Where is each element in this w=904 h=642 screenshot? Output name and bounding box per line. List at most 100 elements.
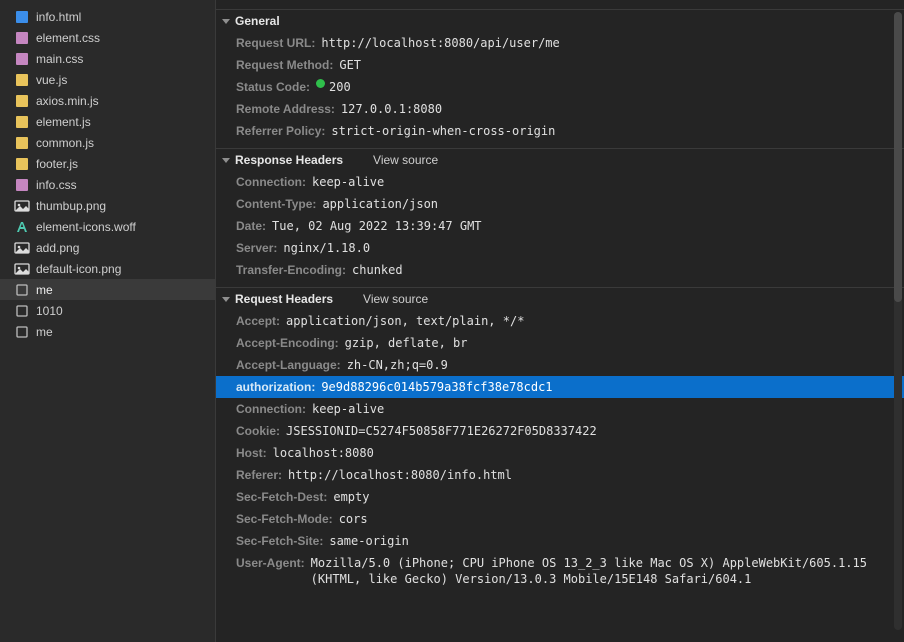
file-name: default-icon.png xyxy=(36,262,121,276)
header-value: 200 xyxy=(329,79,351,95)
header-key: Server: xyxy=(236,240,277,256)
header-value: nginx/1.18.0 xyxy=(283,240,370,256)
header-row[interactable]: Server: nginx/1.18.0 xyxy=(216,237,904,259)
file-item[interactable]: add.png xyxy=(0,237,215,258)
file-item[interactable]: element.css xyxy=(0,27,215,48)
header-key: authorization: xyxy=(236,379,315,395)
vertical-scrollbar[interactable] xyxy=(894,12,902,630)
header-key: Accept-Encoding: xyxy=(236,335,339,351)
xhr-icon xyxy=(14,324,30,340)
section-title: Request Headers xyxy=(235,292,333,306)
header-row[interactable]: Sec-Fetch-Mode:cors xyxy=(216,508,904,530)
header-row[interactable]: Request URL:http://localhost:8080/api/us… xyxy=(216,32,904,54)
status-dot-icon xyxy=(316,79,325,88)
file-name: thumbup.png xyxy=(36,199,106,213)
file-name: axios.min.js xyxy=(36,94,99,108)
header-row[interactable]: Request Method:GET xyxy=(216,54,904,76)
network-file-list: info.html element.css main.css vue.js axios.… xyxy=(0,0,216,642)
file-item[interactable]: info.css xyxy=(0,174,215,195)
file-item[interactable]: vue.js xyxy=(0,69,215,90)
file-item[interactable]: thumbup.png xyxy=(0,195,215,216)
view-source-link[interactable]: View source xyxy=(373,153,438,167)
file-item[interactable]: main.css xyxy=(0,48,215,69)
section-title: Response Headers xyxy=(235,153,343,167)
file-item[interactable]: me xyxy=(0,279,215,300)
header-key: Request URL: xyxy=(236,35,315,51)
header-key: Accept: xyxy=(236,313,280,329)
disclosure-request-headers[interactable]: Request Headers xyxy=(222,292,333,306)
header-key: Content-Type: xyxy=(236,196,316,212)
header-key: Sec-Fetch-Dest: xyxy=(236,489,327,505)
header-row[interactable]: Cookie:JSESSIONID=C5274F50858F771E26272F… xyxy=(216,420,904,442)
header-row[interactable]: Sec-Fetch-Site:same-origin xyxy=(216,530,904,552)
header-value: keep-alive xyxy=(312,401,384,417)
file-item[interactable]: axios.min.js xyxy=(0,90,215,111)
file-name: 1010 xyxy=(36,304,63,318)
file-item[interactable]: 1010 xyxy=(0,300,215,321)
header-key: Cookie: xyxy=(236,423,280,439)
header-value: keep-alive xyxy=(312,174,384,190)
image-icon xyxy=(14,240,30,256)
header-value: same-origin xyxy=(329,533,408,549)
header-value: gzip, deflate, br xyxy=(345,335,468,351)
section-request-headers: Request Headers View source Accept:appli… xyxy=(216,288,904,596)
header-key: Host: xyxy=(236,445,267,461)
header-key: Sec-Fetch-Mode: xyxy=(236,511,333,527)
font-icon xyxy=(14,219,30,235)
disclosure-general[interactable]: General xyxy=(222,14,280,28)
header-row[interactable]: Connection: keep-alive xyxy=(216,171,904,193)
header-row[interactable]: Host: localhost:8080 xyxy=(216,442,904,464)
header-row[interactable]: Status Code:200 xyxy=(216,76,904,98)
chevron-down-icon xyxy=(222,158,230,163)
xhr-icon xyxy=(14,303,30,319)
file-name: vue.js xyxy=(36,73,67,87)
file-name: footer.js xyxy=(36,157,78,171)
file-item[interactable]: element.js xyxy=(0,111,215,132)
file-item[interactable]: common.js xyxy=(0,132,215,153)
header-row[interactable]: Transfer-Encoding:chunked xyxy=(216,259,904,281)
section-general: General Request URL:http://localhost:808… xyxy=(216,10,904,149)
header-value: http://localhost:8080/info.html xyxy=(288,467,512,483)
header-key: Referrer Policy: xyxy=(236,123,325,139)
header-key: Connection: xyxy=(236,401,306,417)
disclosure-response-headers[interactable]: Response Headers xyxy=(222,153,343,167)
css-icon xyxy=(14,51,30,67)
header-key: Connection: xyxy=(236,174,306,190)
request-details-panel: General Request URL:http://localhost:808… xyxy=(216,0,904,596)
file-item[interactable]: me xyxy=(0,321,215,342)
file-name: add.png xyxy=(36,241,79,255)
chevron-down-icon xyxy=(222,19,230,24)
header-key: Accept-Language: xyxy=(236,357,341,373)
header-row[interactable]: Content-Type: application/json xyxy=(216,193,904,215)
header-value: empty xyxy=(333,489,369,505)
section-response-headers: Response Headers View source Connection:… xyxy=(216,149,904,288)
file-item[interactable]: footer.js xyxy=(0,153,215,174)
file-item[interactable]: element-icons.woff xyxy=(0,216,215,237)
header-row[interactable]: Sec-Fetch-Dest: empty xyxy=(216,486,904,508)
header-row[interactable]: User-Agent:Mozilla/5.0 (iPhone; CPU iPho… xyxy=(216,552,904,590)
header-row[interactable]: Referrer Policy:strict-origin-when-cross… xyxy=(216,120,904,142)
header-value: localhost:8080 xyxy=(273,445,374,461)
file-name: info.html xyxy=(36,10,81,24)
file-item[interactable]: default-icon.png xyxy=(0,258,215,279)
header-row[interactable]: authorization:9e9d88296c014b579a38fcf38e… xyxy=(216,376,904,398)
header-row[interactable]: Connection: keep-alive xyxy=(216,398,904,420)
file-name: element.css xyxy=(36,31,100,45)
header-row[interactable]: Date:Tue, 02 Aug 2022 13:39:47 GMT xyxy=(216,215,904,237)
js-icon xyxy=(14,135,30,151)
header-value: application/json xyxy=(322,196,438,212)
header-row[interactable]: Remote Address:127.0.0.1:8080 xyxy=(216,98,904,120)
css-icon xyxy=(14,30,30,46)
image-icon xyxy=(14,261,30,277)
file-name: me xyxy=(36,325,53,339)
view-source-link[interactable]: View source xyxy=(363,292,428,306)
file-item[interactable]: info.html xyxy=(0,6,215,27)
header-key: Transfer-Encoding: xyxy=(236,262,346,278)
header-row[interactable]: Accept-Encoding: gzip, deflate, br xyxy=(216,332,904,354)
scroll-thumb[interactable] xyxy=(894,12,902,302)
header-value: zh-CN,zh;q=0.9 xyxy=(347,357,448,373)
chevron-down-icon xyxy=(222,297,230,302)
header-row[interactable]: Referer:http://localhost:8080/info.html xyxy=(216,464,904,486)
header-row[interactable]: Accept:application/json, text/plain, */* xyxy=(216,310,904,332)
header-row[interactable]: Accept-Language: zh-CN,zh;q=0.9 xyxy=(216,354,904,376)
